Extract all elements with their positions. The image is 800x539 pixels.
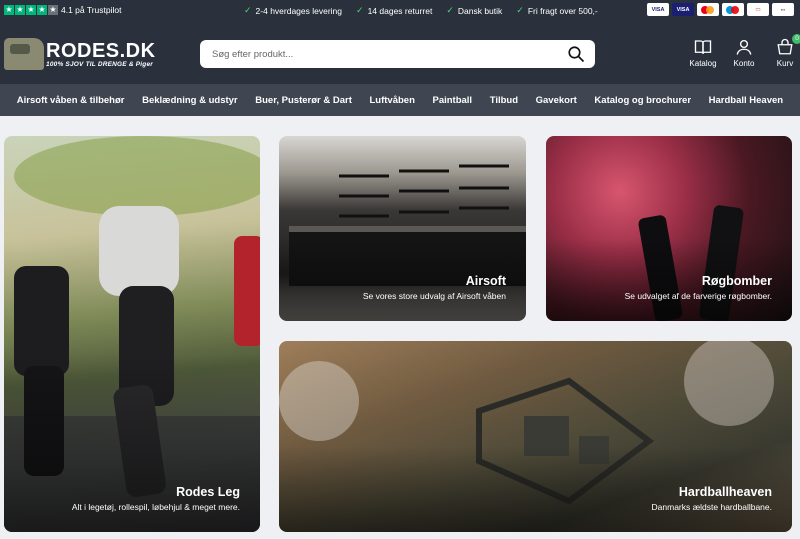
usp-item: ✓ 14 dages returret xyxy=(356,5,433,16)
tile-subtitle: Danmarks ældste hardballbane. xyxy=(651,502,772,512)
cart-button[interactable]: 0 Kurv xyxy=(766,34,800,68)
nav-item-gift-cards[interactable]: Gavekort xyxy=(536,95,577,106)
tile-subtitle: Alt i legetøj, rollespil, løbehjul & meg… xyxy=(71,502,240,512)
dankort-icon: ▭ xyxy=(747,3,769,16)
usp-item: ✓ Dansk butik xyxy=(446,5,503,16)
check-icon: ✓ xyxy=(446,5,454,15)
logo-tagline: 100% SJOV TIL DRENGE & Piger xyxy=(46,60,153,68)
tile-title: Røgbomber xyxy=(701,274,772,288)
nav-item-bows[interactable]: Buer, Pusterør & Dart xyxy=(255,95,352,106)
star-icon: ★ xyxy=(26,5,36,15)
nav-item-airsoft[interactable]: Airsoft våben & tilbehør xyxy=(17,95,125,106)
cart-count-badge: 0 xyxy=(792,34,800,44)
star-icon: ★ xyxy=(15,5,25,15)
mobilepay-icon: ▪▪▪ xyxy=(772,3,794,16)
check-icon: ✓ xyxy=(356,5,364,15)
category-tile-hardballheaven[interactable]: Hardballheaven Danmarks ældste hardballb… xyxy=(279,341,792,532)
payment-methods: VISA VISA ▭ ▪▪▪ xyxy=(647,3,794,16)
nav-item-offers[interactable]: Tilbud xyxy=(490,95,518,106)
tile-subtitle: Se udvalget af de farverige røgbomber. xyxy=(624,291,772,301)
user-icon xyxy=(736,39,752,55)
search-input[interactable] xyxy=(212,48,552,60)
category-tile-rodes-leg[interactable]: Rodes Leg Alt i legetøj, rollespil, løbe… xyxy=(4,136,260,532)
header-actions: Katalog Konto 0 Kurv xyxy=(684,34,800,68)
category-tile-smoke-grenades[interactable]: Røgbomber Se udvalget af de farverige rø… xyxy=(546,136,792,321)
star-icon: ★ xyxy=(48,5,58,15)
nav-item-clothing[interactable]: Beklædning & udstyr xyxy=(142,95,238,106)
usp-item: ✓ 2-4 hverdages levering xyxy=(244,5,343,16)
visa-electron-card-icon: VISA xyxy=(672,3,694,16)
site-header: RODES.DK 100% SJOV TIL DRENGE & Piger Ka… xyxy=(0,20,800,84)
star-icon: ★ xyxy=(4,5,14,15)
usp-list: ✓ 2-4 hverdages levering ✓ 14 dages returr… xyxy=(244,5,598,16)
top-bar: ★ ★ ★ ★ ★ 4.1 på Trustpilot ✓ 2-4 hverdag… xyxy=(0,0,800,20)
main-navigation: Airsoft våben & tilbehør Beklædning & ud… xyxy=(0,84,800,116)
trustpilot-stars[interactable]: ★ ★ ★ ★ ★ xyxy=(4,5,58,15)
site-logo[interactable]: RODES.DK 100% SJOV TIL DRENGE & Piger xyxy=(4,38,156,70)
visa-card-icon: VISA xyxy=(647,3,669,16)
star-icon: ★ xyxy=(37,5,47,15)
search-bar xyxy=(200,40,595,68)
usp-item: ✓ Fri fragt over 500,- xyxy=(516,5,598,16)
account-button[interactable]: Konto xyxy=(725,38,763,68)
check-icon: ✓ xyxy=(516,5,524,15)
tile-title: Airsoft xyxy=(465,274,506,288)
search-icon[interactable] xyxy=(567,45,585,63)
tile-title: Hardballheaven xyxy=(678,485,772,499)
nav-item-catalogs[interactable]: Katalog og brochurer xyxy=(594,95,691,106)
nav-item-hardball-heaven[interactable]: Hardball Heaven xyxy=(709,95,783,106)
check-icon: ✓ xyxy=(244,5,252,15)
maestro-icon xyxy=(722,3,744,16)
tile-subtitle: Se vores store udvalg af Airsoft våben xyxy=(362,291,506,301)
tile-title: Rodes Leg xyxy=(176,485,240,499)
logo-text: RODES.DK xyxy=(46,39,156,62)
mastercard-icon xyxy=(697,3,719,16)
nav-item-air-guns[interactable]: Luftvåben xyxy=(369,95,414,106)
nav-item-paintball[interactable]: Paintball xyxy=(432,95,472,106)
catalog-button[interactable]: Katalog xyxy=(684,38,722,68)
category-tile-airsoft[interactable]: Airsoft Se vores store udvalg af Airsoft… xyxy=(279,136,526,321)
tank-logo-icon xyxy=(4,38,44,70)
trustpilot-rating[interactable]: 4.1 på Trustpilot xyxy=(61,5,121,15)
book-icon xyxy=(694,40,712,54)
